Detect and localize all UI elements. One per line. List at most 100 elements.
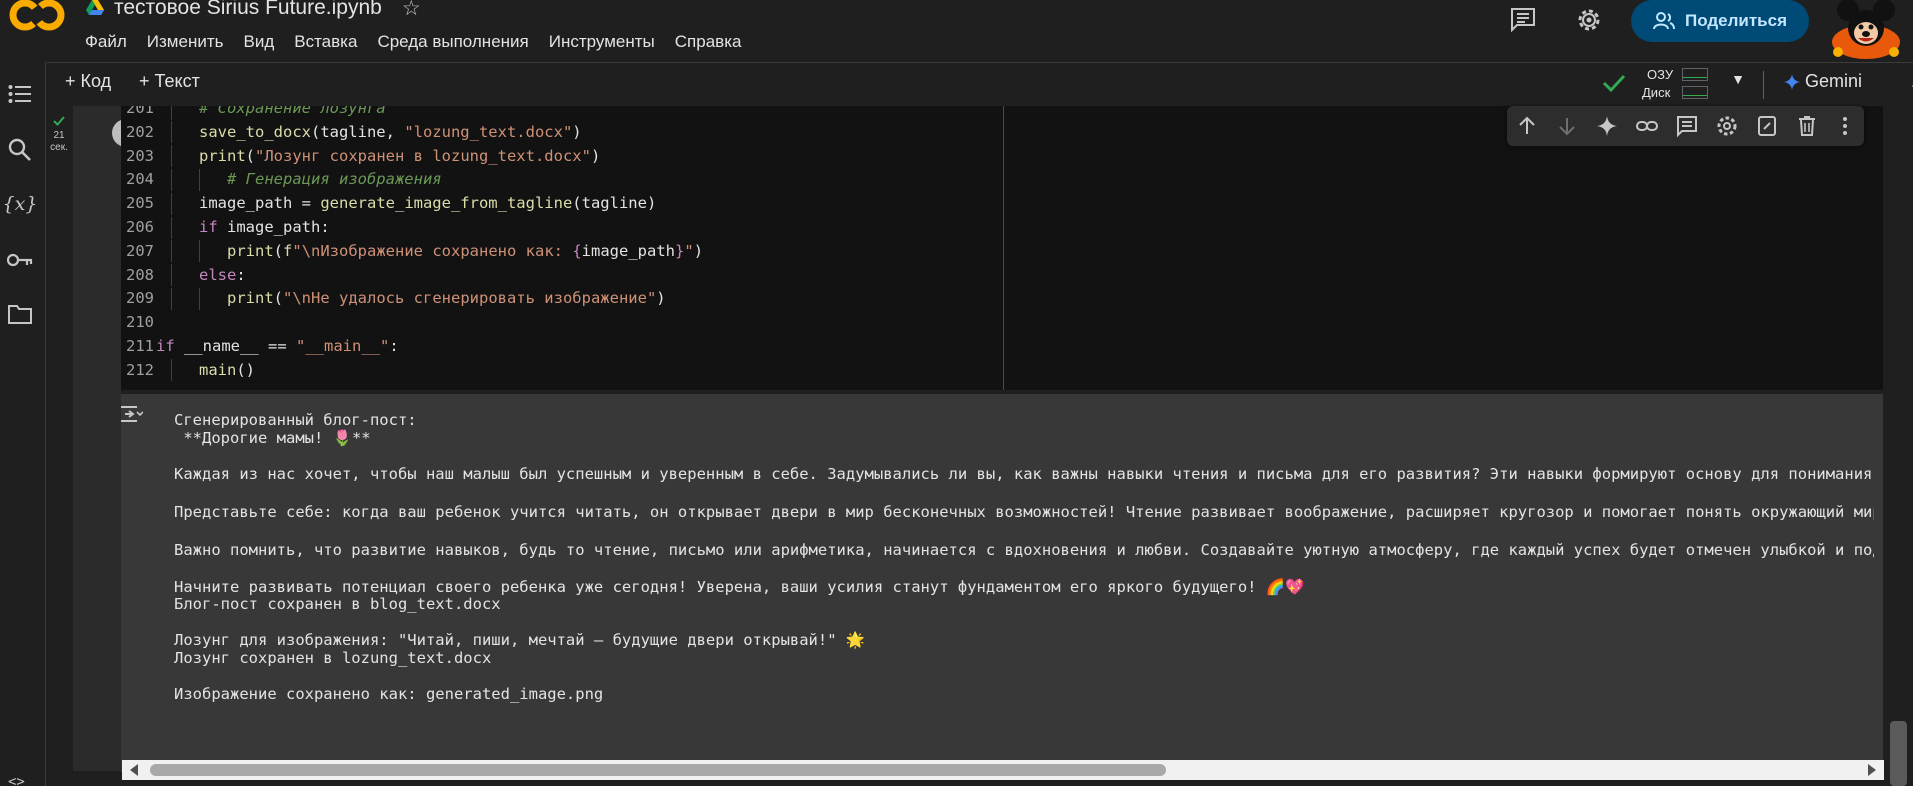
output-line: Представьте себе: когда ваш ребенок учит… — [174, 503, 1874, 521]
code-snippets-icon[interactable]: <> — [8, 774, 25, 786]
code-text: image_path = generate_image_from_tagline… — [199, 194, 657, 213]
toolbar-divider — [1763, 71, 1764, 99]
horizontal-scrollbar[interactable] — [122, 760, 1885, 780]
code-text: else: — [199, 265, 246, 284]
vertical-scrollbar[interactable] — [1884, 106, 1913, 786]
code-line: 208 else: — [121, 263, 1821, 287]
vertical-scroll-thumb[interactable] — [1890, 721, 1907, 786]
code-text: print("Лозунг сохранен в lozung_text.doc… — [199, 146, 601, 165]
line-number: 208 — [126, 265, 154, 284]
scroll-left-arrow-icon[interactable] — [130, 764, 138, 776]
code-editor[interactable]: 201 # Сохранение лозунга 202 save_to_docx(t… — [121, 106, 1883, 390]
menu-insert[interactable]: Вставка — [294, 30, 367, 54]
scroll-right-arrow-icon[interactable] — [1868, 764, 1876, 776]
line-number: 203 — [126, 146, 154, 165]
move-up-icon[interactable] — [1515, 114, 1539, 138]
settings-gear-icon[interactable] — [1715, 114, 1739, 138]
share-button[interactable]: Поделиться — [1631, 0, 1809, 42]
left-rail: {x} — [0, 62, 46, 786]
code-text: if __name__ == "__main__": — [156, 337, 399, 355]
cell-gutter — [73, 106, 140, 771]
line-number: 210 — [126, 313, 154, 332]
connected-check-icon[interactable] — [1601, 71, 1627, 95]
notebook-toolbar: + Код + Текст ОЗУ Диск ▼ Gemini — [47, 62, 1913, 106]
execution-time-unit: сек. — [50, 142, 68, 153]
indent-guide — [171, 287, 172, 310]
drive-icon[interactable] — [86, 0, 104, 16]
add-text-button[interactable]: + Текст — [139, 71, 200, 92]
execution-time: 21 — [53, 130, 65, 141]
delete-trash-icon[interactable] — [1795, 114, 1819, 138]
settings-gear-icon[interactable] — [1574, 5, 1604, 35]
cell-output: Сгенерированный блог-пост: **Дорогие мам… — [121, 394, 1883, 772]
indent-guide — [199, 168, 200, 191]
gemini-sparkle-icon — [1784, 73, 1800, 90]
horizontal-scroll-thumb[interactable] — [150, 764, 1166, 776]
more-options-icon[interactable] — [1833, 114, 1857, 138]
output-line: Изображение сохранено как: generated_ima… — [174, 685, 604, 703]
code-text: print(f"\nИзображение сохранено как: {im… — [227, 241, 704, 260]
comment-icon[interactable] — [1509, 6, 1537, 32]
output-options-icon[interactable] — [121, 402, 143, 426]
menu-tools[interactable]: Инструменты — [549, 30, 665, 54]
link-icon[interactable] — [1635, 114, 1659, 138]
menu-edit[interactable]: Изменить — [147, 30, 234, 54]
indent-guide — [199, 240, 200, 263]
add-code-button[interactable]: + Код — [65, 71, 111, 92]
ram-usage-graph — [1682, 68, 1708, 81]
menu-runtime[interactable]: Среда выполнения — [377, 30, 538, 54]
line-number: 211 — [126, 337, 154, 355]
output-line: Лозунг для изображения: "Читай, пиши, ме… — [174, 631, 866, 649]
menu-help[interactable]: Справка — [675, 30, 752, 54]
disk-usage-graph — [1682, 86, 1708, 99]
mirror-cell-icon[interactable] — [1755, 114, 1779, 138]
execution-status: 21 сек. — [47, 116, 71, 154]
gemini-button[interactable]: Gemini — [1784, 71, 1862, 92]
menu-file[interactable]: Файл — [85, 30, 137, 54]
resources-dropdown-icon[interactable]: ▼ — [1727, 71, 1749, 93]
notebook-title[interactable]: тестовое Sirius Future.ipynb — [114, 0, 382, 20]
ram-label: ОЗУ — [1647, 67, 1674, 82]
output-line: Блог-пост сохранен в blog_text.docx — [174, 595, 501, 613]
indent-guide — [171, 121, 172, 144]
code-line: 207 print(f"\nИзображение сохранено как: … — [121, 239, 1821, 263]
output-line: Каждая из нас хочет, чтобы наш малыш был… — [174, 465, 1873, 483]
indent-guide — [171, 192, 172, 215]
line-number: 201 — [126, 106, 154, 117]
line-number: 206 — [126, 218, 154, 236]
indent-guide — [171, 106, 172, 120]
menu-view[interactable]: Вид — [243, 30, 284, 54]
indent-guide — [171, 264, 172, 287]
output-line: Сгенерированный блог-пост: — [174, 411, 417, 429]
variables-icon[interactable]: {x} — [3, 190, 38, 218]
code-text: if image_path: — [199, 218, 330, 236]
move-down-icon[interactable] — [1555, 114, 1579, 138]
chevron-up-icon[interactable] — [1907, 71, 1913, 97]
code-line: 206 if image_path: — [121, 215, 1821, 239]
comment-icon[interactable] — [1675, 114, 1699, 138]
disk-label: Диск — [1642, 85, 1671, 100]
code-line: 212 main() — [121, 358, 1821, 382]
line-number: 205 — [126, 194, 154, 213]
line-number: 202 — [126, 122, 154, 141]
indent-guide — [171, 145, 172, 168]
code-line: 205 image_path = generate_image_from_tagl… — [121, 191, 1821, 215]
table-of-contents-icon[interactable] — [6, 80, 34, 108]
colab-logo[interactable] — [8, 0, 68, 34]
indent-guide — [171, 216, 172, 239]
app-header: тестовое Sirius Future.ipynb ☆ Файл Изме… — [0, 0, 1913, 62]
code-text: print("\nНе удалось сгенерировать изобра… — [227, 289, 666, 308]
code-line: 209 print("\nНе удалось сгенерировать изо… — [121, 286, 1821, 310]
secrets-key-icon[interactable] — [6, 246, 34, 274]
menu-bar: Файл Изменить Вид Вставка Среда выполнен… — [85, 30, 761, 54]
people-icon — [1652, 12, 1675, 30]
files-folder-icon[interactable] — [6, 300, 34, 328]
gemini-sparkle-icon[interactable] — [1595, 114, 1619, 138]
star-icon[interactable]: ☆ — [402, 0, 421, 21]
search-icon[interactable] — [6, 136, 34, 164]
user-avatar[interactable] — [1826, 0, 1904, 62]
